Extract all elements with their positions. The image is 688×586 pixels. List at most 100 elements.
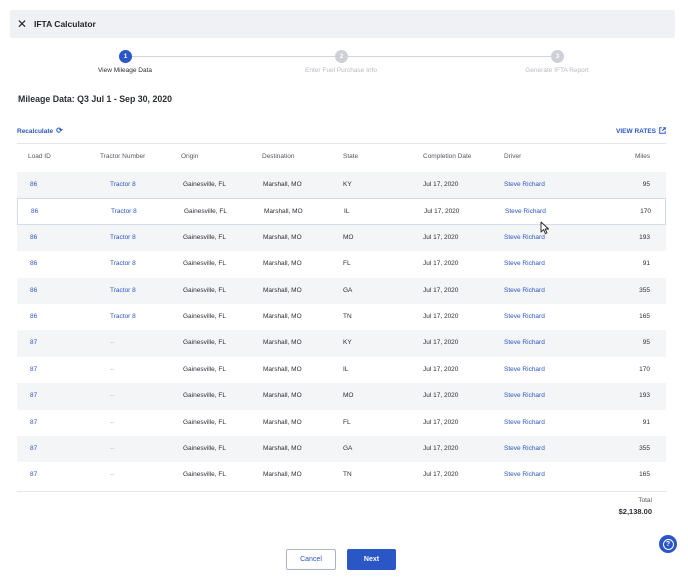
cell-load-id[interactable]: 86: [30, 313, 37, 320]
cell-tractor-number[interactable]: Tractor 8: [111, 208, 137, 215]
cell-load-id[interactable]: 87: [30, 392, 37, 399]
cell-completion-date: Jul 17, 2020: [423, 444, 459, 452]
external-link-icon: [659, 127, 666, 136]
table-row[interactable]: 87 -- Gainesville, FL Marshall, MO FL Jul 17,…: [17, 410, 666, 436]
step-1-indicator: 1: [119, 50, 132, 63]
cell-miles: 193: [639, 392, 650, 400]
cell-state: GA: [343, 444, 353, 452]
cell-origin: Gainesville, FL: [183, 312, 226, 320]
help-button[interactable]: ?: [659, 535, 677, 553]
cell-driver[interactable]: Steve Richard: [504, 471, 545, 478]
cell-driver[interactable]: Steve Richard: [504, 419, 545, 426]
cell-state: FL: [343, 260, 351, 268]
cell-driver[interactable]: Steve Richard: [504, 366, 545, 373]
cell-load-id[interactable]: 86: [31, 208, 38, 215]
step-3-label: Generate IFTA Report: [525, 67, 589, 74]
cell-destination: Marshall, MO: [263, 444, 302, 452]
table-row[interactable]: 86 Tractor 8 Gainesville, FL Marshall, MO FL…: [17, 251, 666, 277]
cell-completion-date: Jul 17, 2020: [423, 418, 459, 426]
cell-destination: Marshall, MO: [263, 418, 302, 426]
cell-completion-date: Jul 17, 2020: [423, 471, 459, 479]
cell-driver[interactable]: Steve Richard: [504, 339, 545, 346]
next-button[interactable]: Next: [347, 549, 396, 570]
cell-completion-date: Jul 17, 2020: [423, 365, 459, 373]
cell-tractor-number[interactable]: Tractor 8: [110, 313, 136, 320]
cell-destination: Marshall, MO: [263, 260, 302, 268]
table-row[interactable]: 87 -- Gainesville, FL Marshall, MO IL Jul 17,…: [17, 357, 666, 383]
table-header: Load ID Tractor Number Origin Destinatio…: [17, 146, 666, 168]
table-row[interactable]: 87 -- Gainesville, FL Marshall, MO GA Jul 17,…: [17, 435, 666, 463]
close-icon[interactable]: ✕: [17, 18, 29, 30]
column-header-tractor-number[interactable]: Tractor Number: [100, 153, 145, 160]
cell-driver[interactable]: Steve Richard: [504, 313, 545, 320]
cell-load-id[interactable]: 86: [30, 181, 37, 188]
cell-miles: 91: [642, 260, 650, 268]
column-header-origin[interactable]: Origin: [181, 153, 198, 160]
table-row[interactable]: 87 -- Gainesville, FL Marshall, MO KY Jul 17,…: [17, 330, 666, 357]
cell-state: KY: [343, 339, 352, 347]
view-rates-link[interactable]: VIEW RATES: [616, 127, 666, 136]
cell-origin: Gainesville, FL: [183, 233, 226, 241]
cell-driver[interactable]: Steve Richard: [504, 392, 545, 399]
column-header-load-id[interactable]: Load ID: [28, 153, 51, 160]
cell-tractor-number[interactable]: Tractor 8: [110, 234, 136, 241]
cell-destination: Marshall, MO: [263, 181, 302, 188]
cell-miles: 170: [639, 365, 650, 373]
cell-origin: Gainesville, FL: [183, 418, 226, 426]
table-row[interactable]: 86 Tractor 8 Gainesville, FL Marshall, MO IL…: [17, 198, 666, 225]
recalculate-button[interactable]: Recalculate ⟳: [17, 127, 63, 135]
cancel-button[interactable]: Cancel: [286, 549, 336, 570]
step-connector: [132, 56, 335, 57]
column-header-state[interactable]: State: [343, 153, 358, 160]
cell-load-id[interactable]: 87: [30, 419, 37, 426]
help-icon: ?: [662, 538, 674, 550]
column-header-driver[interactable]: Driver: [504, 153, 521, 160]
page-title: Mileage Data: Q3 Jul 1 - Sep 30, 2020: [18, 94, 173, 104]
cell-completion-date: Jul 17, 2020: [423, 392, 459, 400]
column-header-destination[interactable]: Destination: [262, 153, 295, 160]
cell-tractor-number[interactable]: Tractor 8: [110, 287, 136, 294]
cell-origin: Gainesville, FL: [183, 471, 226, 479]
cell-driver[interactable]: Steve Richard: [504, 445, 545, 452]
table-row[interactable]: 86 Tractor 8 Gainesville, FL Marshall, MO KY…: [17, 172, 666, 199]
cell-destination: Marshall, MO: [263, 365, 302, 373]
cell-load-id[interactable]: 87: [30, 471, 37, 478]
cell-origin: Gainesville, FL: [183, 286, 226, 294]
cell-load-id[interactable]: 86: [30, 287, 37, 294]
cell-tractor-number[interactable]: Tractor 8: [110, 260, 136, 267]
cell-destination: Marshall, MO: [264, 208, 303, 216]
cell-destination: Marshall, MO: [263, 471, 302, 479]
cell-driver[interactable]: Steve Richard: [504, 287, 545, 294]
cell-driver[interactable]: Steve Richard: [504, 260, 545, 267]
cell-load-id[interactable]: 87: [30, 366, 37, 373]
recalculate-label: Recalculate: [17, 127, 54, 135]
cell-state: TN: [343, 312, 352, 320]
cell-load-id[interactable]: 87: [30, 339, 37, 346]
cell-destination: Marshall, MO: [263, 286, 302, 294]
cell-load-id[interactable]: 87: [30, 445, 37, 452]
step-connector: [348, 56, 551, 57]
cell-miles: 165: [639, 312, 650, 320]
cell-load-id[interactable]: 86: [30, 234, 37, 241]
cell-tractor-number: --: [110, 418, 115, 426]
column-header-completion-date[interactable]: Completion Date: [423, 153, 471, 160]
cell-state: MO: [343, 392, 354, 400]
step-1-label: View Mileage Data: [97, 67, 153, 74]
cell-driver[interactable]: Steve Richard: [504, 234, 545, 241]
table-row[interactable]: 87 -- Gainesville, FL Marshall, MO TN Jul 17,…: [17, 462, 666, 488]
table-row[interactable]: 86 Tractor 8 Gainesville, FL Marshall, MO TN…: [17, 304, 666, 330]
cell-origin: Gainesville, FL: [183, 392, 226, 400]
table-row[interactable]: 87 -- Gainesville, FL Marshall, MO MO Jul 17,…: [17, 383, 666, 410]
table-row[interactable]: 86 Tractor 8 Gainesville, FL Marshall, MO MO…: [17, 224, 666, 252]
cell-origin: Gainesville, FL: [184, 208, 227, 216]
cell-miles: 95: [642, 339, 650, 347]
cell-miles: 355: [639, 286, 650, 294]
cell-state: TN: [343, 471, 352, 479]
cell-completion-date: Jul 17, 2020: [423, 260, 459, 268]
cell-tractor-number[interactable]: Tractor 8: [110, 181, 136, 188]
column-header-miles[interactable]: Miles: [635, 153, 650, 160]
cell-driver[interactable]: Steve Richard: [504, 181, 545, 188]
cell-driver[interactable]: Steve Richard: [505, 208, 546, 215]
cell-load-id[interactable]: 86: [30, 260, 37, 267]
table-row[interactable]: 86 Tractor 8 Gainesville, FL Marshall, MO GA…: [17, 277, 666, 304]
